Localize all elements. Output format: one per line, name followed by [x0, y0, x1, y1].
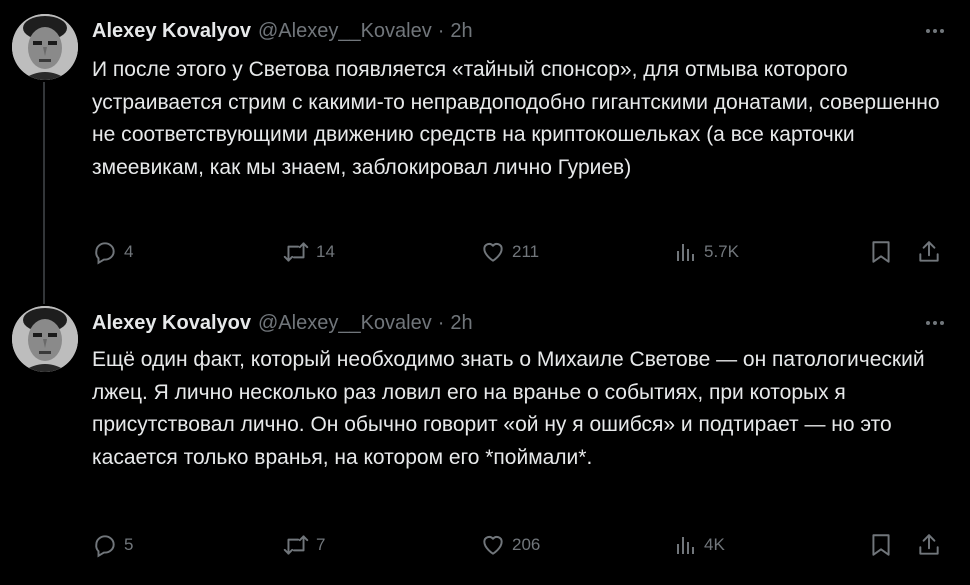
- heart-icon: [480, 532, 506, 558]
- analytics-bars-icon: [674, 239, 698, 265]
- timestamp[interactable]: 2h: [450, 20, 472, 43]
- author-handle[interactable]: @Alexey__Kovalev: [258, 312, 432, 335]
- like-count: 206: [512, 535, 541, 554]
- reply-count: 5: [124, 535, 134, 554]
- timestamp[interactable]: 2h: [450, 312, 472, 335]
- reply-button[interactable]: 5: [92, 530, 133, 560]
- share-upload-icon: [916, 239, 942, 265]
- author-name[interactable]: Alexey Kovalyov: [92, 312, 251, 335]
- reply-button[interactable]: 4: [92, 237, 133, 267]
- more-horizontal-icon[interactable]: [920, 16, 950, 46]
- thread-connector-line: [43, 82, 45, 294]
- views-button[interactable]: 4K: [674, 530, 725, 560]
- share-button[interactable]: [916, 530, 942, 560]
- like-button[interactable]: 206: [480, 530, 540, 560]
- retweet-count: 7: [316, 535, 326, 554]
- bookmark-button[interactable]: [868, 237, 894, 267]
- author-handle[interactable]: @Alexey__Kovalev: [258, 20, 432, 43]
- share-button[interactable]: [916, 237, 942, 267]
- share-upload-icon: [916, 532, 942, 558]
- tweet-actions: 4 14 211 5.7K: [92, 237, 950, 267]
- tweet-header: Alexey Kovalyov @Alexey__Kovalev · 2h: [92, 310, 950, 336]
- retweet-icon: [282, 239, 310, 265]
- bookmark-icon: [868, 239, 894, 265]
- tweet-text: И после этого у Светова появляется «тайн…: [92, 58, 940, 179]
- author-name[interactable]: Alexey Kovalyov: [92, 20, 251, 43]
- views-count: 4K: [704, 535, 725, 554]
- views-count: 5.7K: [704, 242, 739, 261]
- retweet-icon: [282, 532, 310, 558]
- like-button[interactable]: 211: [480, 237, 539, 267]
- thread-connector-line: [43, 294, 45, 304]
- retweet-button[interactable]: 7: [282, 530, 325, 560]
- analytics-bars-icon: [674, 532, 698, 558]
- tweet-actions: 5 7 206 4K: [92, 530, 950, 560]
- avatar[interactable]: [12, 14, 78, 80]
- separator-dot: ·: [437, 311, 445, 334]
- separator-dot: ·: [437, 19, 445, 42]
- reply-count: 4: [124, 242, 134, 261]
- tweet-1[interactable]: Alexey Kovalyov @Alexey__Kovalev · 2h И …: [0, 0, 970, 294]
- retweet-button[interactable]: 14: [282, 237, 335, 267]
- tweet-2[interactable]: Alexey Kovalyov @Alexey__Kovalev · 2h Ещ…: [0, 294, 970, 585]
- tweet-text: Ещё один факт, который необходимо знать …: [92, 348, 925, 469]
- bookmark-button[interactable]: [868, 530, 894, 560]
- more-horizontal-icon[interactable]: [920, 308, 950, 338]
- bookmark-icon: [868, 532, 894, 558]
- avatar[interactable]: [12, 306, 78, 372]
- like-count: 211: [512, 242, 540, 261]
- reply-bubble-icon: [92, 532, 118, 558]
- tweet-header: Alexey Kovalyov @Alexey__Kovalev · 2h: [92, 18, 950, 44]
- views-button[interactable]: 5.7K: [674, 237, 739, 267]
- heart-icon: [480, 239, 506, 265]
- reply-bubble-icon: [92, 239, 118, 265]
- retweet-count: 14: [316, 242, 335, 261]
